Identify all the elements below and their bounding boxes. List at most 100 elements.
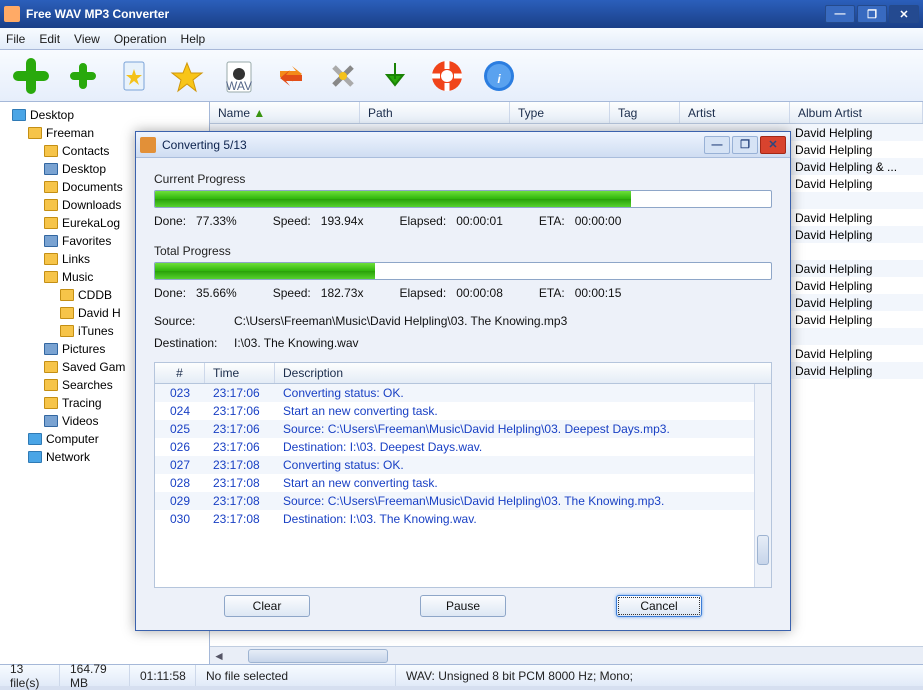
source-label: Source: <box>154 314 234 328</box>
dialog-close-button[interactable]: ✕ <box>760 136 786 154</box>
cancel-button[interactable]: Cancel <box>616 595 702 617</box>
tree-item[interactable]: Desktop <box>2 106 207 124</box>
tree-label: Links <box>62 252 90 266</box>
log-row[interactable]: 03023:17:08Destination: I:\03. The Knowi… <box>155 510 771 528</box>
maximize-button[interactable]: ❐ <box>857 5 887 23</box>
log-header: # Time Description <box>154 362 772 384</box>
pause-button[interactable]: Pause <box>420 595 506 617</box>
toolbar-addfiles-icon[interactable] <box>62 55 104 97</box>
col-path[interactable]: Path <box>360 102 510 123</box>
log-col-n[interactable]: # <box>155 363 205 383</box>
dialog-minimize-button[interactable]: — <box>704 136 730 154</box>
menu-edit[interactable]: Edit <box>39 32 60 46</box>
tree-label: Favorites <box>62 234 111 248</box>
toolbar-star-icon[interactable] <box>166 55 208 97</box>
total-done: 35.66% <box>196 286 237 300</box>
log-col-desc[interactable]: Description <box>275 363 754 383</box>
col-artist[interactable]: Artist <box>680 102 790 123</box>
tree-label: Saved Gam <box>62 360 125 374</box>
log-row[interactable]: 02723:17:08Converting status: OK. <box>155 456 771 474</box>
tree-label: iTunes <box>78 324 114 338</box>
toolbar-convert-icon[interactable] <box>270 55 312 97</box>
log-n: 023 <box>155 386 205 400</box>
toolbar-output-icon[interactable]: WAV <box>218 55 260 97</box>
folder-icon <box>44 217 58 229</box>
status-duration: 01:11:58 <box>130 665 196 686</box>
toolbar: WAV i <box>0 50 923 102</box>
close-button[interactable]: ✕ <box>889 5 919 23</box>
log-col-time[interactable]: Time <box>205 363 275 383</box>
folder-icon <box>44 379 58 391</box>
col-tag[interactable]: Tag <box>610 102 680 123</box>
source-value: C:\Users\Freeman\Music\David Helpling\03… <box>234 314 567 328</box>
current-eta: 00:00:00 <box>575 214 622 228</box>
folder-icon <box>44 199 58 211</box>
tree-label: Videos <box>62 414 98 428</box>
toolbar-info-icon[interactable]: i <box>478 55 520 97</box>
list-header: Name ▲ Path Type Tag Artist Album Artist <box>210 102 923 124</box>
tree-label: Searches <box>62 378 113 392</box>
folder-icon <box>44 397 58 409</box>
log-n: 025 <box>155 422 205 436</box>
log-desc: Converting status: OK. <box>275 386 771 400</box>
network-icon <box>28 433 42 445</box>
toolbar-settings-icon[interactable] <box>322 55 364 97</box>
dialog-titlebar: Converting 5/13 — ❐ ✕ <box>136 132 790 158</box>
svg-text:WAV: WAV <box>226 79 252 93</box>
log-row[interactable]: 02823:17:08Start an new converting task. <box>155 474 771 492</box>
list-hscrollbar[interactable]: ◄ <box>210 646 923 664</box>
current-elapsed: 00:00:01 <box>456 214 503 228</box>
cell-albumartist: David Helpling <box>795 228 911 242</box>
minimize-button[interactable]: — <box>825 5 855 23</box>
log-body[interactable]: 02323:17:06Converting status: OK.02423:1… <box>154 384 772 588</box>
log-desc: Start an new converting task. <box>275 404 771 418</box>
log-vscrollbar[interactable] <box>754 384 771 587</box>
log-desc: Converting status: OK. <box>275 458 771 472</box>
folder-icon <box>44 181 58 193</box>
cell-albumartist: David Helpling & ... <box>795 160 911 174</box>
cell-albumartist: David Helpling <box>795 262 911 276</box>
log-desc: Destination: I:\03. The Knowing.wav. <box>275 512 771 526</box>
total-speed: 182.73x <box>321 286 364 300</box>
toolbar-favorites-icon[interactable] <box>114 55 156 97</box>
clear-button[interactable]: Clear <box>224 595 310 617</box>
log-row[interactable]: 02323:17:06Converting status: OK. <box>155 384 771 402</box>
tree-label: Desktop <box>62 162 106 176</box>
log-row[interactable]: 02923:17:08Source: C:\Users\Freeman\Musi… <box>155 492 771 510</box>
log-row[interactable]: 02423:17:06Start an new converting task. <box>155 402 771 420</box>
current-done: 77.33% <box>196 214 237 228</box>
col-type[interactable]: Type <box>510 102 610 123</box>
menu-operation[interactable]: Operation <box>114 32 167 46</box>
sort-asc-icon: ▲ <box>253 106 265 120</box>
folder-icon <box>44 163 58 175</box>
toolbar-download-icon[interactable] <box>374 55 416 97</box>
menu-help[interactable]: Help <box>181 32 206 46</box>
total-eta: 00:00:15 <box>575 286 622 300</box>
menu-view[interactable]: View <box>74 32 100 46</box>
folder-icon <box>44 145 58 157</box>
col-albumartist[interactable]: Album Artist <box>790 102 923 123</box>
total-elapsed: 00:00:08 <box>456 286 503 300</box>
converting-dialog: Converting 5/13 — ❐ ✕ Current Progress D… <box>135 131 791 631</box>
folder-icon <box>60 289 74 301</box>
cell-albumartist: David Helpling <box>795 296 911 310</box>
cell-albumartist: David Helpling <box>795 347 911 361</box>
cell-albumartist: David Helpling <box>795 279 911 293</box>
dialog-maximize-button[interactable]: ❐ <box>732 136 758 154</box>
toolbar-add-icon[interactable] <box>10 55 52 97</box>
total-progress-label: Total Progress <box>154 244 772 258</box>
app-icon <box>4 6 20 22</box>
tree-label: Computer <box>46 432 99 446</box>
network-icon <box>28 451 42 463</box>
toolbar-help-icon[interactable] <box>426 55 468 97</box>
tree-label: Downloads <box>62 198 121 212</box>
log-time: 23:17:08 <box>205 512 275 526</box>
log-row[interactable]: 02623:17:06Destination: I:\03. Deepest D… <box>155 438 771 456</box>
status-filecount: 13 file(s) <box>0 665 60 686</box>
folder-icon <box>44 235 58 247</box>
log-row[interactable]: 02523:17:06Source: C:\Users\Freeman\Musi… <box>155 420 771 438</box>
log-desc: Source: C:\Users\Freeman\Music\David Hel… <box>275 494 771 508</box>
col-name[interactable]: Name ▲ <box>210 102 360 123</box>
cell-albumartist: David Helpling <box>795 143 911 157</box>
menu-file[interactable]: File <box>6 32 25 46</box>
